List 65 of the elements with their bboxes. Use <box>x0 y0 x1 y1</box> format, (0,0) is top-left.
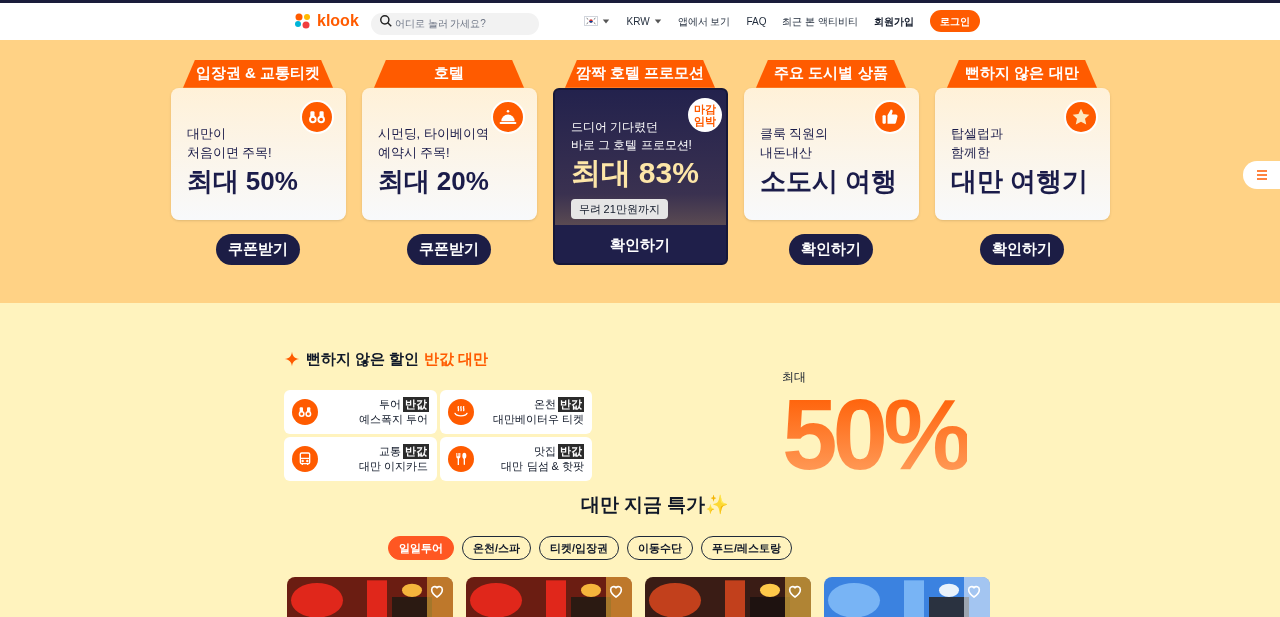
card-headline: 소도시 여행 <box>759 164 897 198</box>
menu-button[interactable] <box>1243 160 1280 189</box>
half-price-tag: 반값 <box>558 444 584 460</box>
menu-icon <box>1255 168 1268 181</box>
card-subtitle: 처음이면 주목! <box>186 143 273 162</box>
search-icon <box>378 14 393 29</box>
deal-title: 대만베이터우 티켓 <box>492 412 584 428</box>
nav-link[interactable]: 앱에서 보기 <box>677 13 731 29</box>
promo-card[interactable]: 클룩 직원의 내돈내산 소도시 여행 <box>743 87 919 220</box>
deal-title: 대만 딤섬 & 핫팟 <box>501 459 584 475</box>
promo-card[interactable]: 대만이 처음이면 주목! 최대 50% <box>170 87 346 220</box>
deadline-badge: 마감 임박 <box>687 97 722 132</box>
promo-card[interactable]: 탑셀럽과 함께한 대만 여행기 <box>934 87 1110 220</box>
card-subtitle: 대만이 <box>186 124 227 143</box>
half-price-tag: 반값 <box>402 444 429 460</box>
action-button[interactable]: 쿠폰받기 <box>216 233 300 265</box>
heart-icon[interactable] <box>786 583 803 599</box>
deal-category: 투어 <box>378 397 401 413</box>
deal-item[interactable]: 교통 반값 대만 이지카드 <box>284 437 437 482</box>
confirm-button[interactable]: 확인하기 <box>554 228 726 263</box>
currency-dropdown[interactable]: KRW <box>626 13 662 29</box>
caret-icon <box>602 17 611 26</box>
featured-card[interactable]: 드디어 기다렸던 바로 그 호텔 프로모션! 마감 임박 최대 83% 무려 21만원까지 확인하기 <box>552 87 728 265</box>
card-subtitle: 내돈내산 <box>759 143 813 162</box>
logo-text: klook <box>317 11 359 32</box>
search-field[interactable]: 어디로 놀러 가세요? <box>370 12 539 35</box>
nav-link[interactable]: 최근 본 액티비티 <box>782 13 858 29</box>
bus-icon <box>297 451 313 468</box>
deal-category: 교통 <box>378 444 401 460</box>
signup-link[interactable]: 회원가입 <box>874 13 914 29</box>
max-label: 최대 <box>782 368 807 386</box>
heart-icon[interactable] <box>428 583 445 599</box>
heart-icon[interactable] <box>965 583 982 599</box>
card-headline: 최대 83% <box>569 154 700 191</box>
action-button[interactable]: 확인하기 <box>980 233 1064 265</box>
card-headline: 대만 여행기 <box>950 164 1088 198</box>
section-heading: 대만 지금 특가✨ <box>580 493 730 518</box>
deal-category: 맛집 <box>534 444 556 460</box>
action-button[interactable]: 확인하기 <box>789 233 873 265</box>
price-note: 무려 21만원까지 <box>570 198 668 220</box>
half-price-tag: 반값 <box>558 397 584 413</box>
card-subtitle: 함께한 <box>950 143 991 162</box>
promo-card[interactable]: 시먼딩, 타이베이역 예약시 주목! 최대 20% <box>361 87 537 220</box>
nav-link[interactable]: FAQ <box>746 13 767 29</box>
half-price-tag: 반값 <box>402 397 429 413</box>
section-heading: 뻔하지 않은 할인 반값 대만 <box>306 348 488 369</box>
deal-item[interactable]: 온천 반값 대만베이터우 티켓 <box>439 390 592 435</box>
language-button[interactable] <box>584 16 611 27</box>
card-subtitle: 예약시 주목! <box>377 143 451 162</box>
flag-icon <box>584 16 599 27</box>
card-subtitle: 클룩 직원의 <box>759 124 830 143</box>
heart-icon[interactable] <box>607 583 624 599</box>
caret-icon <box>653 17 662 26</box>
deal-title: 대만 이지카드 <box>359 459 429 475</box>
action-button[interactable]: 쿠폰받기 <box>407 233 491 265</box>
deal-item[interactable]: 맛집 반값 대만 딤섬 & 핫팟 <box>439 437 592 482</box>
deal-item[interactable]: 투어 반값 예스폭지 투어 <box>284 390 437 435</box>
deal-title: 예스폭지 투어 <box>359 412 429 428</box>
deal-category: 온천 <box>534 397 556 413</box>
card-subtitle: 드디어 기다렸던 <box>570 118 658 136</box>
card-headline: 최대 20% <box>377 164 489 198</box>
card-subtitle: 바로 그 호텔 프로모션! <box>570 136 692 154</box>
card-headline: 최대 50% <box>186 164 298 198</box>
card-subtitle: 시먼딩, 타이베이역 <box>377 124 490 143</box>
card-subtitle: 탑셀럽과 <box>950 124 1004 143</box>
